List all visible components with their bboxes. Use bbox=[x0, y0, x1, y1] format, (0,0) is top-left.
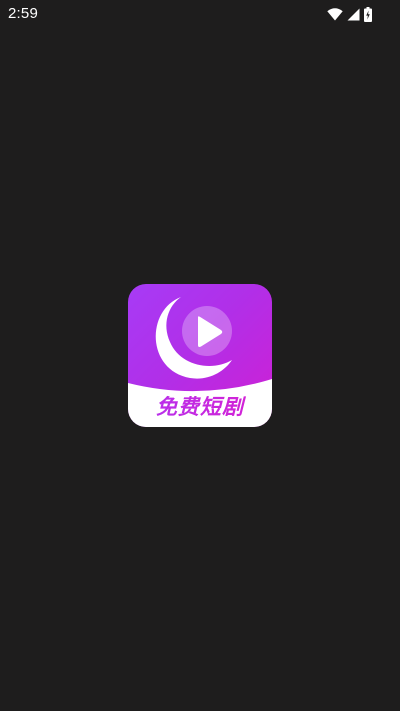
status-time: 2:59 bbox=[8, 5, 38, 22]
signal-icon bbox=[347, 8, 360, 21]
app-name: 免费短剧 bbox=[128, 391, 272, 421]
status-bar: 2:59 bbox=[0, 0, 400, 28]
battery-charging-icon bbox=[364, 6, 372, 22]
splash-screen: 2:59 免费短剧 bbox=[0, 0, 400, 711]
app-logo: 免费短剧 bbox=[128, 284, 272, 427]
status-icons bbox=[327, 6, 372, 22]
wifi-icon bbox=[327, 7, 343, 21]
